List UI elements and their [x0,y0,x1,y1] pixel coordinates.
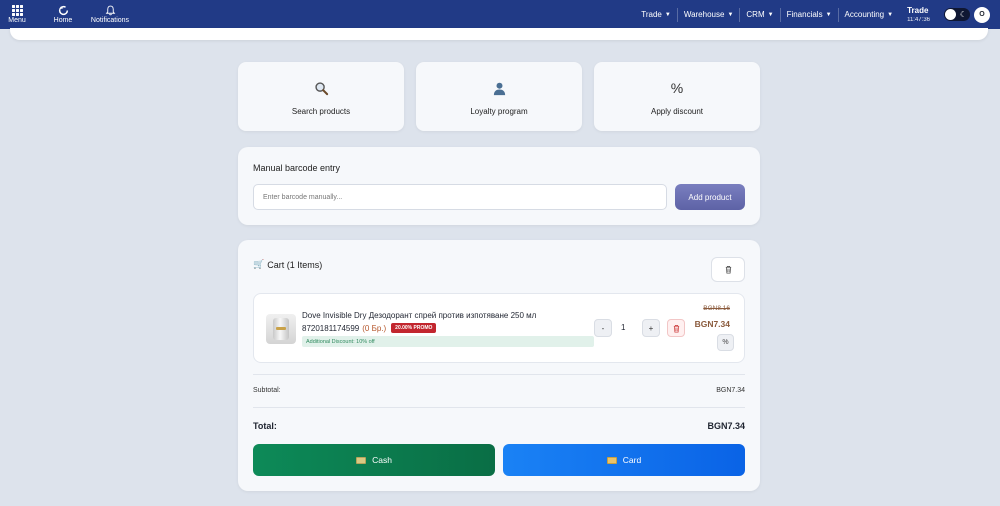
product-name: Dove Invisible Dry Дезодорант спрей прот… [302,311,537,320]
product-meta: 8720181174599 (0 Бр.) 20.00% PROMO [302,323,437,333]
loyalty-program-card[interactable]: Loyalty program [416,62,582,131]
nav-link-crm[interactable]: CRM ▼ [740,7,781,22]
user-silhouette-icon [492,79,507,97]
barcode-entry-card: Manual barcode entry Enter barcode manua… [238,147,760,225]
cash-payment-button[interactable]: Cash [253,444,495,476]
caret-down-icon: ▼ [767,11,774,18]
toggle-knob [945,9,956,20]
credit-card-icon [606,456,617,464]
nav-link-label: CRM [746,10,765,19]
cart-item: Dove Invisible Dry Дезодорант спрей прот… [253,293,745,363]
grid-menu-icon [11,5,23,16]
increase-quantity-button[interactable]: + [642,319,660,337]
menu-label: Menu [8,17,26,24]
divider [253,407,745,408]
module-title: Trade [907,5,929,15]
add-product-button[interactable]: Add product [675,184,745,210]
search-products-label: Search products [291,107,351,116]
cart-card: 🛒 Cart (1 Items) Dove Invisible Dry Дезо… [238,240,760,491]
nav-link-label: Accounting [844,10,885,19]
percent-icon: % [670,80,684,96]
cart-title: 🛒 Cart (1 Items) [253,259,322,270]
remove-item-button[interactable] [667,319,685,337]
caret-down-icon: ▼ [664,11,671,18]
shopping-cart-icon: 🛒 [253,259,265,269]
barcode-entry-title: Manual barcode entry [253,163,341,173]
avatar[interactable]: O [974,6,990,23]
caret-down-icon: ▼ [887,11,894,18]
home-refresh-icon [58,5,68,16]
trash-icon [673,324,679,333]
nav-right: Trade ▼ Warehouse ▼ CRM ▼ Financials ▼ Accou… [635,0,990,29]
caret-down-icon: ▼ [825,11,832,18]
collapsed-panel [10,28,988,40]
loyalty-program-label: Loyalty program [470,107,528,116]
cash-icon [356,456,367,464]
module-clock: Trade 11:47:36 [907,5,930,23]
apply-discount-card[interactable]: % Apply discount [594,62,760,131]
barcode-input[interactable]: Enter barcode manually... [253,184,667,210]
total-value: BGN7.34 [707,421,745,431]
notifications-button[interactable]: Notifications [88,0,132,29]
home-label: Home [53,17,73,24]
bell-icon [105,5,115,16]
product-barcode: 8720181174599 [302,323,360,333]
nav-link-label: Warehouse [683,10,725,19]
search-products-card[interactable]: Search products [238,62,404,131]
apply-discount-label: Apply discount [650,107,704,116]
item-discount-button[interactable]: % [717,334,734,351]
menu-button[interactable]: Menu [6,0,28,29]
theme-toggle[interactable]: ☾ [944,8,970,21]
nav-link-trade[interactable]: Trade ▼ [635,7,678,22]
decrease-quantity-button[interactable]: - [594,319,612,337]
subtotal-value: BGN7.34 [716,387,745,394]
nav-link-warehouse[interactable]: Warehouse ▼ [678,7,741,22]
cart-title-text: Cart (1 Items) [267,259,323,270]
divider [253,374,745,375]
moon-icon: ☾ [959,10,967,19]
notifications-label: Notifications [90,17,130,24]
nav-link-label: Financials [786,10,823,19]
nav-link-label: Trade [641,10,662,19]
total-label: Total: [253,421,277,431]
card-label: Card [622,455,642,465]
top-navigation: Menu Home Notifications Trade ▼ Warehouse… [0,0,1000,29]
caret-down-icon: ▼ [727,11,734,18]
nav-link-accounting[interactable]: Accounting ▼ [839,8,900,22]
home-button[interactable]: Home [50,0,76,29]
card-payment-button[interactable]: Card [503,444,745,476]
clear-cart-button[interactable] [711,257,745,282]
product-image [266,314,296,344]
promo-badge: 20.00% PROMO [391,323,437,333]
nav-link-financials[interactable]: Financials ▼ [781,7,839,22]
magnifier-icon [314,79,329,97]
trash-icon [725,265,731,274]
original-price: BGN8.16 [703,305,730,312]
cash-label: Cash [372,455,392,465]
clock-time: 11:47:36 [907,16,930,23]
discounted-price: BGN7.34 [694,319,730,329]
product-stock: (0 Бр.) [362,323,387,333]
subtotal-label: Subtotal: [253,387,281,394]
quantity-value: 1 [621,323,626,332]
additional-discount-note: Additional Discount: 10% off [302,336,594,347]
